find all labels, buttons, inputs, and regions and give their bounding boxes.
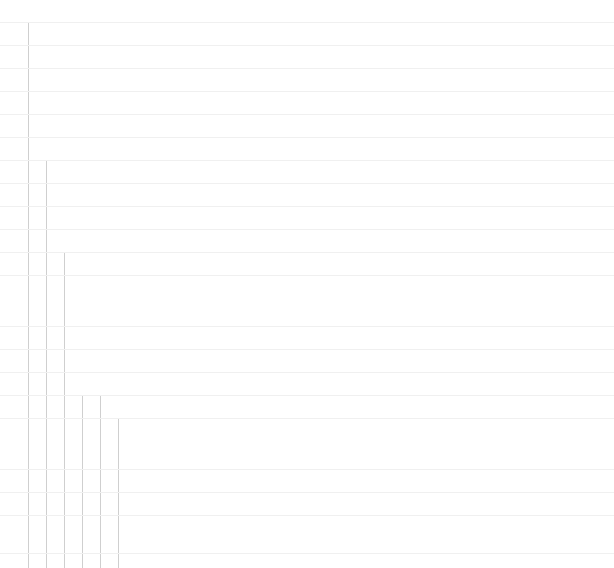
console-log-row: 开始调用异步函数 <box>0 92 614 115</box>
console-property-row: message: 傲宇 <box>0 207 614 230</box>
dom-element-row[interactable]: ▼<div id="app"> <p>傲宇</p> </div> <box>0 419 614 470</box>
console-log-row: 结束调用异步函数 <box>0 115 614 138</box>
console-property-row: message: 傲宇 <box>0 350 614 373</box>
console-property-row: message: 傲宇 <box>0 493 614 516</box>
vue-devtools-notice-row[interactable]: Download the Vue Devtools for a better d… <box>0 516 614 554</box>
console-group-header-mounted[interactable]: ▼ mounted 挂载结束状态===============» <box>0 373 614 396</box>
console-property-row: el : [object HTMLDivElement] <box>0 253 614 276</box>
console-group-header-beforemount[interactable]: ▼ beforeMount 挂载前状态===============» <box>0 230 614 253</box>
console-property-row: message: undefined <box>0 69 614 92</box>
console-property-row: data : [object Object] <box>0 470 614 493</box>
console-property-row: data : [object Object] <box>0 327 614 350</box>
console-group-header-created[interactable]: ▼ created 创建完毕状态===============» <box>0 138 614 161</box>
console-group-header-beforecreate[interactable]: ▼ beforeCreate 创建前状态===============» <box>0 0 614 23</box>
dom-element-row[interactable]: ▼<div id="app"> <p>{{ message }}</p> </d… <box>0 276 614 327</box>
console-property-row: data : undefined <box>0 46 614 69</box>
console-property-row: el : undefined <box>0 23 614 46</box>
console-property-row: el : undefined <box>0 161 614 184</box>
console-property-row: el : [object HTMLDivElement] <box>0 396 614 419</box>
console-property-row: data : [object Object] <box>0 184 614 207</box>
devtools-console-panel[interactable]: ▼ beforeCreate 创建前状态===============» el … <box>0 0 614 568</box>
